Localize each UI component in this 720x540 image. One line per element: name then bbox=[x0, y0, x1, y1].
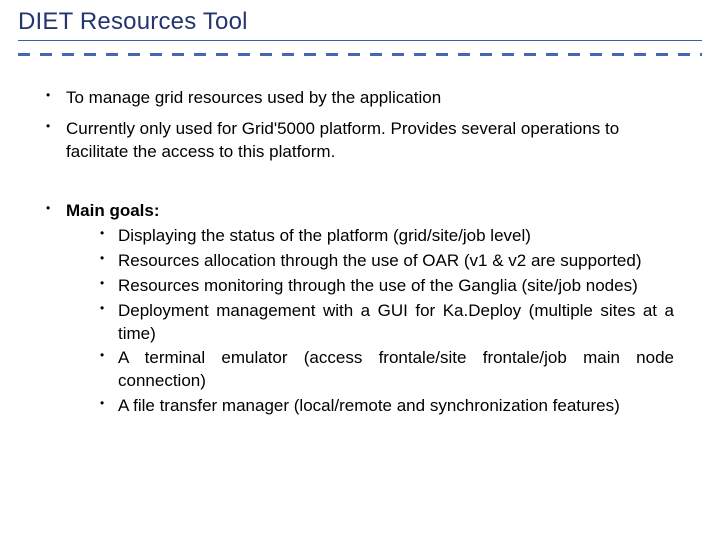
list-item: Main goals: Displaying the status of the… bbox=[46, 200, 674, 418]
main-goals-list: Displaying the status of the platform (g… bbox=[66, 225, 674, 419]
dash-pattern bbox=[18, 49, 702, 59]
list-item: A terminal emulator (access frontale/sit… bbox=[100, 347, 674, 393]
main-goals-label: Main goals: bbox=[66, 201, 160, 220]
list-item: Currently only used for Grid'5000 platfo… bbox=[46, 118, 674, 164]
main-goals-block: Main goals: Displaying the status of the… bbox=[46, 200, 674, 418]
list-item: Deployment management with a GUI for Ka.… bbox=[100, 300, 674, 346]
title-block: DIET Resources Tool bbox=[0, 0, 720, 41]
list-item: Resources allocation through the use of … bbox=[100, 250, 674, 273]
list-item: A file transfer manager (local/remote an… bbox=[100, 395, 674, 418]
list-item: Resources monitoring through the use of … bbox=[100, 275, 674, 298]
slide: DIET Resources Tool To manage grid resou… bbox=[0, 0, 720, 540]
spacer bbox=[46, 172, 674, 200]
intro-list: To manage grid resources used by the app… bbox=[46, 87, 674, 164]
title-dash-row bbox=[0, 49, 720, 59]
slide-body: To manage grid resources used by the app… bbox=[0, 59, 720, 418]
list-item: Displaying the status of the platform (g… bbox=[100, 225, 674, 248]
title-underline bbox=[18, 40, 702, 41]
slide-title: DIET Resources Tool bbox=[18, 8, 702, 36]
list-item: To manage grid resources used by the app… bbox=[46, 87, 674, 110]
